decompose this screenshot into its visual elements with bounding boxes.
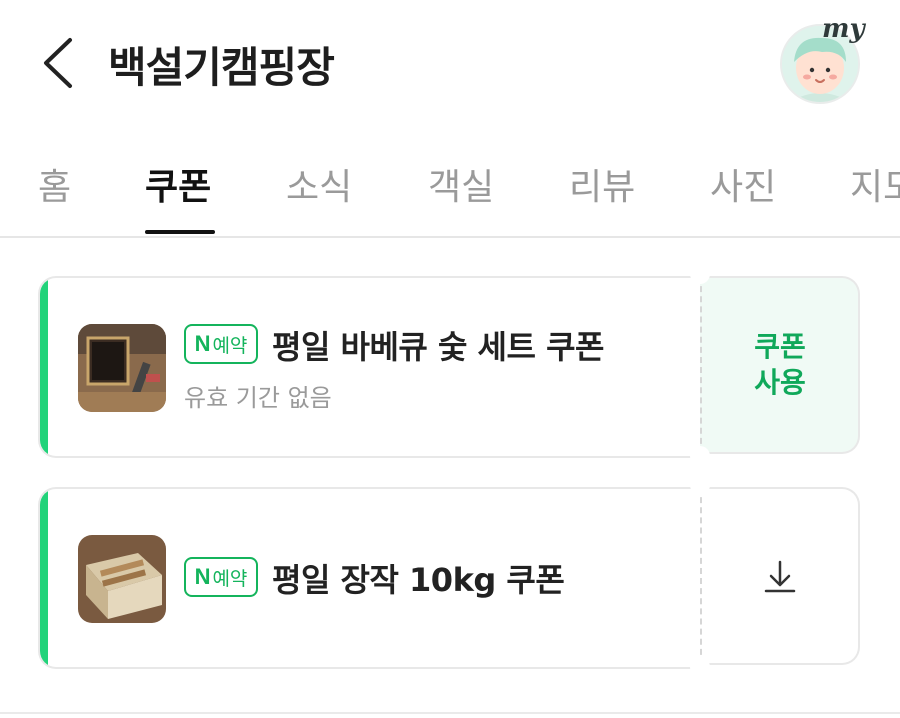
tab-map[interactable]: 지도 <box>850 158 900 210</box>
badge-label: 예약 <box>212 567 248 590</box>
use-coupon-label: 쿠폰 사용 <box>754 330 806 399</box>
naver-reservation-badge: N 예약 <box>184 324 258 364</box>
my-avatar-button[interactable]: my <box>780 14 865 104</box>
tab-rooms[interactable]: 객실 <box>428 158 494 210</box>
coupon-body: N 예약 평일 장작 10kg 쿠폰 <box>38 487 702 669</box>
ticket-notch-bottom <box>690 446 710 466</box>
tab-photos[interactable]: 사진 <box>710 158 776 210</box>
coupon-accent-bar <box>40 278 48 456</box>
page-title: 백설기캠핑장 <box>108 43 335 92</box>
tab-news[interactable]: 소식 <box>286 158 352 210</box>
coupon-card: N 예약 평일 장작 10kg 쿠폰 <box>38 475 860 677</box>
tab-coupon[interactable]: 쿠폰 <box>145 158 211 210</box>
firewood-box-image-icon <box>78 535 166 623</box>
coupon-title: 평일 장작 10kg 쿠폰 <box>272 561 565 599</box>
tab-home[interactable]: 홈 <box>38 158 71 210</box>
download-icon <box>764 560 796 593</box>
back-button[interactable] <box>30 28 90 98</box>
coupon-title: 평일 바베큐 숯 세트 쿠폰 <box>272 328 604 366</box>
coupon-body: N 예약 평일 바베큐 숯 세트 쿠폰 유효 기간 없음 <box>38 276 702 458</box>
coupon-accent-bar <box>40 489 48 667</box>
bbq-charcoal-image-icon <box>78 324 166 412</box>
tab-bar: 홈 쿠폰 소식 객실 리뷰 사진 지도 <box>0 150 900 238</box>
coupon-validity: 유효 기간 없음 <box>184 384 332 412</box>
coupon-thumbnail <box>78 535 166 623</box>
badge-label: 예약 <box>212 334 248 357</box>
active-tab-indicator <box>145 230 215 234</box>
header: 백설기캠핑장 my <box>0 0 900 125</box>
badge-n-letter: N <box>194 564 211 589</box>
tab-reviews[interactable]: 리뷰 <box>569 158 635 210</box>
avatar-my-label: my <box>822 14 865 44</box>
coupon-card: N 예약 평일 바베큐 숯 세트 쿠폰 유효 기간 없음 쿠폰 사용 <box>38 264 860 466</box>
ticket-notch-bottom <box>690 657 710 677</box>
use-coupon-button[interactable]: 쿠폰 사용 <box>700 276 860 454</box>
divider <box>0 712 900 714</box>
chevron-left-icon <box>44 38 72 88</box>
badge-n-letter: N <box>194 331 211 356</box>
download-coupon-button[interactable] <box>700 487 860 665</box>
ticket-notch-top <box>690 264 710 284</box>
ticket-notch-top <box>690 475 710 495</box>
coupon-thumbnail <box>78 324 166 412</box>
naver-reservation-badge: N 예약 <box>184 557 258 597</box>
